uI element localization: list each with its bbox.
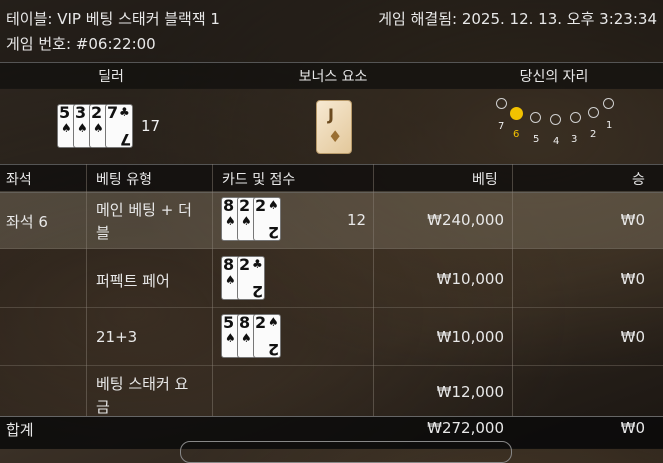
seat-marker-7 bbox=[496, 98, 507, 109]
bonus-card-rank: J bbox=[328, 105, 334, 124]
seat-marker-3 bbox=[570, 112, 581, 123]
col-cards-score: 카드 및 점수 bbox=[222, 172, 296, 188]
win-amount: ₩0 bbox=[620, 328, 645, 346]
seat-number: 7 bbox=[498, 121, 505, 132]
total-bet: ₩272,000 bbox=[427, 419, 504, 437]
seat-number: 5 bbox=[533, 134, 540, 145]
bottom-control-pill[interactable] bbox=[180, 441, 512, 463]
col-bet: 베팅 bbox=[472, 172, 498, 188]
bet-type-wrap: 블 bbox=[96, 224, 110, 242]
dealer-card: 7 ♣ 7 bbox=[105, 103, 133, 149]
seat-number: 1 bbox=[606, 120, 613, 131]
seat-number: 2 bbox=[590, 129, 597, 140]
bet-type-wrap: 금 bbox=[96, 398, 110, 416]
player-card: 2 ♣ 2 bbox=[237, 255, 265, 301]
bonus-card-suit: ♦ bbox=[328, 127, 343, 146]
bet-type: 베팅 스태커 요 bbox=[96, 375, 189, 393]
col-bet-type: 베팅 유형 bbox=[96, 172, 152, 188]
win-amount: ₩0 bbox=[620, 270, 645, 288]
seat-number: 3 bbox=[571, 134, 578, 145]
section-header: 딜러 보너스 요소 당신의 자리 bbox=[0, 62, 663, 89]
bet-type: 21+3 bbox=[96, 328, 138, 346]
seat-label: 좌석 6 bbox=[6, 213, 48, 231]
game-resolved-time: 게임 해결됨: 2025. 12. 13. 오후 3:23:34 bbox=[378, 10, 657, 28]
your-seat-heading: 당신의 자리 bbox=[519, 69, 589, 85]
bets-table-header: 좌석 베팅 유형 카드 및 점수 베팅 승 bbox=[0, 164, 663, 193]
bet-amount: ₩240,000 bbox=[427, 211, 504, 229]
col-seat: 좌석 bbox=[6, 172, 32, 188]
bet-type: 메인 베팅 + 더 bbox=[96, 201, 192, 219]
seat-marker-1 bbox=[603, 98, 614, 109]
dealer-heading: 딜러 bbox=[98, 69, 124, 85]
seat-marker-4 bbox=[550, 114, 561, 125]
bonus-card: J ♦ bbox=[316, 100, 352, 154]
dealer-score: 17 bbox=[141, 117, 161, 135]
seat-marker-6-active bbox=[510, 107, 523, 120]
bonus-heading: 보너스 요소 bbox=[298, 69, 368, 85]
col-win: 승 bbox=[632, 172, 645, 188]
bet-amount: ₩10,000 bbox=[436, 328, 504, 346]
seat-marker-5 bbox=[530, 112, 541, 123]
win-amount: ₩0 bbox=[620, 211, 645, 229]
hand-score: 12 bbox=[347, 211, 367, 229]
total-label: 합계 bbox=[6, 421, 34, 439]
seat-marker-2 bbox=[588, 107, 599, 118]
bet-amount: ₩10,000 bbox=[436, 270, 504, 288]
seat-number-active: 6 bbox=[513, 129, 520, 140]
player-card: 2 ♠ 2 bbox=[253, 196, 281, 242]
game-round-number: 게임 번호: #06:22:00 bbox=[6, 35, 156, 53]
table-title: 테이블: VIP 베팅 스태커 블랙잭 1 bbox=[6, 10, 220, 28]
bet-type: 퍼펙트 페어 bbox=[96, 272, 170, 290]
bet-amount: ₩12,000 bbox=[436, 383, 504, 401]
total-win: ₩0 bbox=[620, 419, 645, 437]
seat-number: 4 bbox=[553, 136, 560, 147]
player-card: 2 ♠ 2 bbox=[253, 313, 281, 359]
header-bar: 테이블: VIP 베팅 스태커 블랙잭 1 게임 번호: #06:22:00 게… bbox=[0, 0, 663, 62]
